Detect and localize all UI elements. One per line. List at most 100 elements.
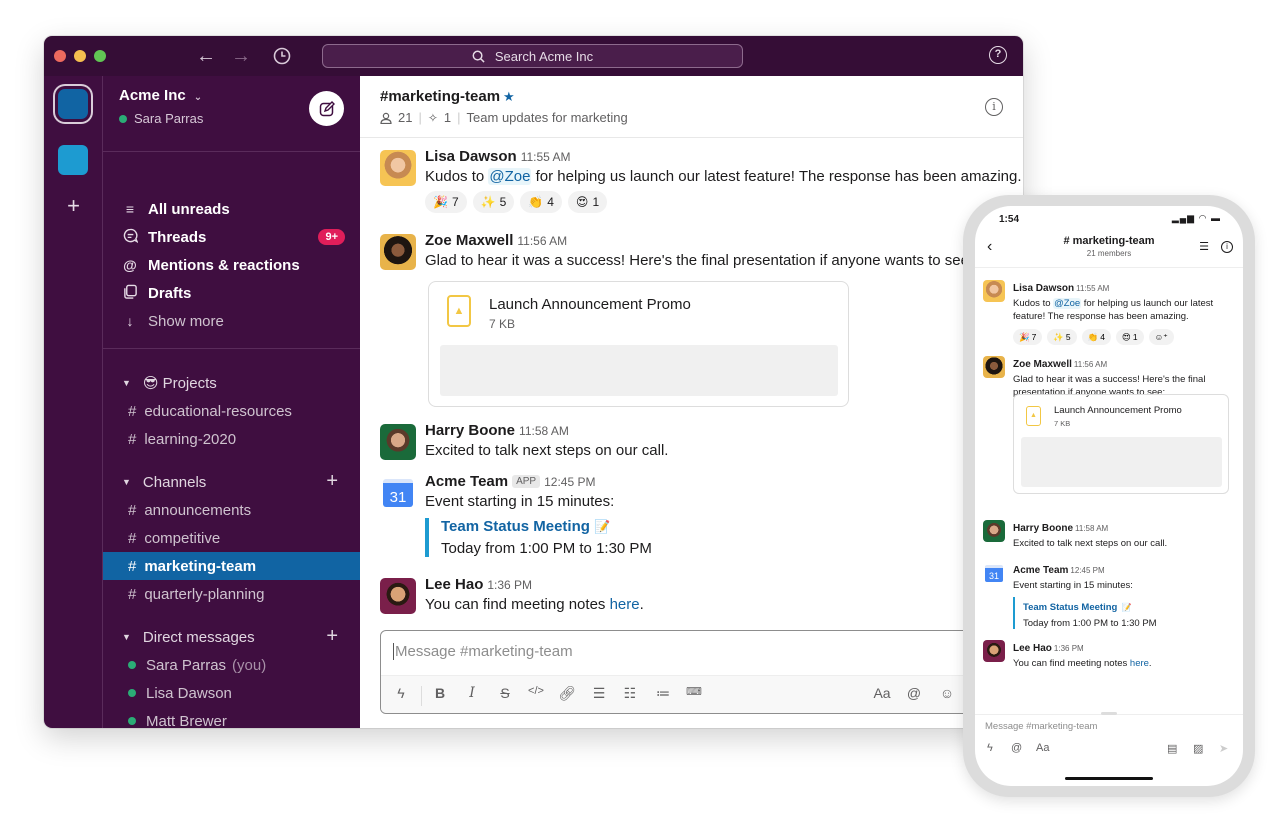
user-mention[interactable]: @Zoe [488, 168, 532, 185]
file-name[interactable]: Launch Announcement Promo [489, 296, 691, 313]
message-author[interactable]: Lee Hao [425, 576, 483, 593]
notes-link[interactable]: here [610, 596, 640, 613]
file-name[interactable]: Launch Announcement Promo [1054, 405, 1182, 416]
message-time[interactable]: 11:56 AM [517, 234, 567, 248]
avatar[interactable] [380, 424, 416, 460]
message-author[interactable]: Harry Boone [1013, 523, 1073, 534]
italic-icon[interactable]: I [461, 685, 483, 701]
channel-announcements[interactable]: # announcements [103, 496, 360, 524]
add-reaction-icon[interactable]: ☺⁺ [1148, 329, 1174, 345]
reaction-clap[interactable]: 👏 4 [1081, 329, 1111, 345]
format-text-button[interactable]: Aa [1036, 742, 1049, 754]
workspace-acme-button[interactable] [58, 89, 88, 119]
sidebar-item-threads[interactable]: Threads 9+ [103, 223, 360, 251]
message-author[interactable]: Lisa Dawson [425, 148, 517, 165]
file-attachment[interactable]: ▲ Launch Announcement Promo 7 KB [428, 281, 849, 407]
notes-link[interactable]: here [1130, 658, 1149, 669]
channel-topic[interactable]: Team updates for marketing [467, 110, 628, 125]
search-bar[interactable]: Search Acme Inc [322, 44, 743, 68]
send-icon[interactable]: ➤ [1219, 742, 1228, 755]
add-channel-icon[interactable]: + [326, 470, 338, 493]
sidebar-item-mentions[interactable]: @ Mentions & reactions [103, 251, 360, 279]
avatar[interactable] [983, 280, 1005, 302]
message-author[interactable]: Zoe Maxwell [425, 232, 513, 249]
close-window-button[interactable] [54, 50, 66, 62]
minimize-window-button[interactable] [74, 50, 86, 62]
file-preview[interactable] [1021, 437, 1222, 487]
add-dm-icon[interactable]: + [326, 625, 338, 648]
section-direct-messages[interactable]: ▼ Direct messages + [103, 623, 360, 651]
bulleted-list-icon[interactable]: ☷ [619, 685, 641, 702]
section-projects[interactable]: ▼ 😎 Projects [103, 369, 360, 397]
channel-competitive[interactable]: # competitive [103, 524, 360, 552]
sidebar-item-drafts[interactable]: Drafts [103, 279, 360, 307]
drag-handle[interactable] [1101, 712, 1117, 715]
reaction-sparkles[interactable]: ✨ 5 [1047, 329, 1077, 345]
pinned-count[interactable]: 1 [444, 110, 451, 125]
search-list-icon[interactable]: ☰ [1199, 240, 1209, 253]
workspace-secondary-button[interactable] [58, 145, 88, 175]
format-text-button[interactable]: Aa [871, 685, 893, 701]
avatar[interactable] [983, 520, 1005, 542]
attach-image-icon[interactable]: ▨ [1193, 742, 1203, 755]
message-author[interactable]: Acme Team [1013, 565, 1068, 576]
workspace-menu[interactable]: Acme Inc ⌄ [119, 87, 202, 104]
attach-file-icon[interactable]: ▤ [1167, 742, 1177, 755]
message-input[interactable]: Message #marketing-team [393, 643, 573, 660]
event-title-link[interactable]: Team Status Meeting [441, 518, 590, 535]
dm-lisa-dawson[interactable]: Lisa Dawson [103, 679, 360, 707]
dm-sara-parras[interactable]: Sara Parras (you) [103, 651, 360, 679]
calendar-app-avatar[interactable]: 31 [380, 475, 416, 511]
compose-button[interactable] [309, 91, 344, 126]
code-icon[interactable]: </> [525, 685, 547, 697]
sidebar-item-all-unreads[interactable]: ≡ All unreads [103, 195, 360, 223]
reaction-heart-eyes[interactable]: 😍 1 [567, 191, 608, 213]
channel-title[interactable]: #marketing-team ★ [380, 88, 515, 105]
dm-matt-brewer[interactable]: Matt Brewer [103, 707, 360, 728]
emoji-smiley-icon[interactable]: ☺ [936, 685, 958, 701]
message-author[interactable]: Harry Boone [425, 422, 515, 439]
sidebar-item-show-more[interactable]: ↓ Show more [103, 307, 360, 335]
channel-learning-2020[interactable]: # learning-2020 [103, 425, 360, 453]
reaction-sparkles[interactable]: ✨ 5 [472, 191, 515, 213]
message-author[interactable]: Zoe Maxwell [1013, 359, 1072, 370]
bold-icon[interactable]: B [429, 685, 451, 701]
forward-arrow-icon[interactable]: → [229, 44, 253, 68]
shortcuts-lightning-icon[interactable]: ϟ [987, 742, 993, 754]
maximize-window-button[interactable] [94, 50, 106, 62]
reaction-heart-eyes[interactable]: 😍 1 [1115, 329, 1144, 345]
channel-marketing-team[interactable]: # marketing-team [103, 552, 360, 580]
message-author[interactable]: Lee Hao [1013, 643, 1052, 654]
reaction-party[interactable]: 🎉 7 [1013, 329, 1043, 345]
user-mention[interactable]: @Zoe [1053, 298, 1082, 309]
code-block-icon[interactable]: ⌨ [683, 685, 705, 698]
reaction-clap[interactable]: 👏 4 [520, 191, 562, 213]
mention-at-icon[interactable]: @ [1011, 742, 1022, 754]
message-time[interactable]: 11:58 AM [519, 424, 569, 438]
avatar[interactable] [983, 640, 1005, 662]
mention-at-icon[interactable]: @ [903, 685, 925, 701]
avatar[interactable] [380, 234, 416, 270]
event-title-link[interactable]: Team Status Meeting [1023, 602, 1117, 613]
calendar-app-avatar[interactable]: 31 [983, 562, 1005, 584]
member-count[interactable]: 21 [398, 110, 412, 125]
blockquote-icon[interactable]: ≔ [652, 685, 674, 702]
file-preview[interactable] [440, 345, 838, 396]
star-icon[interactable]: ★ [503, 89, 515, 104]
channel-educational-resources[interactable]: # educational-resources [103, 397, 360, 425]
numbered-list-icon[interactable]: ☰ [588, 685, 610, 702]
message-time[interactable]: 12:45 PM [544, 475, 595, 489]
back-arrow-icon[interactable]: ← [194, 44, 218, 68]
channel-info-icon[interactable]: i [985, 98, 1003, 116]
pin-icon[interactable]: ✧ [428, 111, 438, 125]
info-icon[interactable]: i [1221, 241, 1233, 253]
members-icon[interactable] [380, 112, 392, 124]
history-clock-icon[interactable] [270, 44, 294, 68]
message-time[interactable]: 1:36 PM [487, 578, 532, 592]
message-author[interactable]: Lisa Dawson [1013, 283, 1074, 294]
section-channels[interactable]: ▼ Channels + [103, 468, 360, 496]
avatar[interactable] [983, 356, 1005, 378]
mobile-message-input[interactable]: Message #marketing-team [985, 721, 1097, 732]
avatar[interactable] [380, 150, 416, 186]
file-attachment[interactable]: ▲ Launch Announcement Promo 7 KB [1013, 394, 1229, 494]
